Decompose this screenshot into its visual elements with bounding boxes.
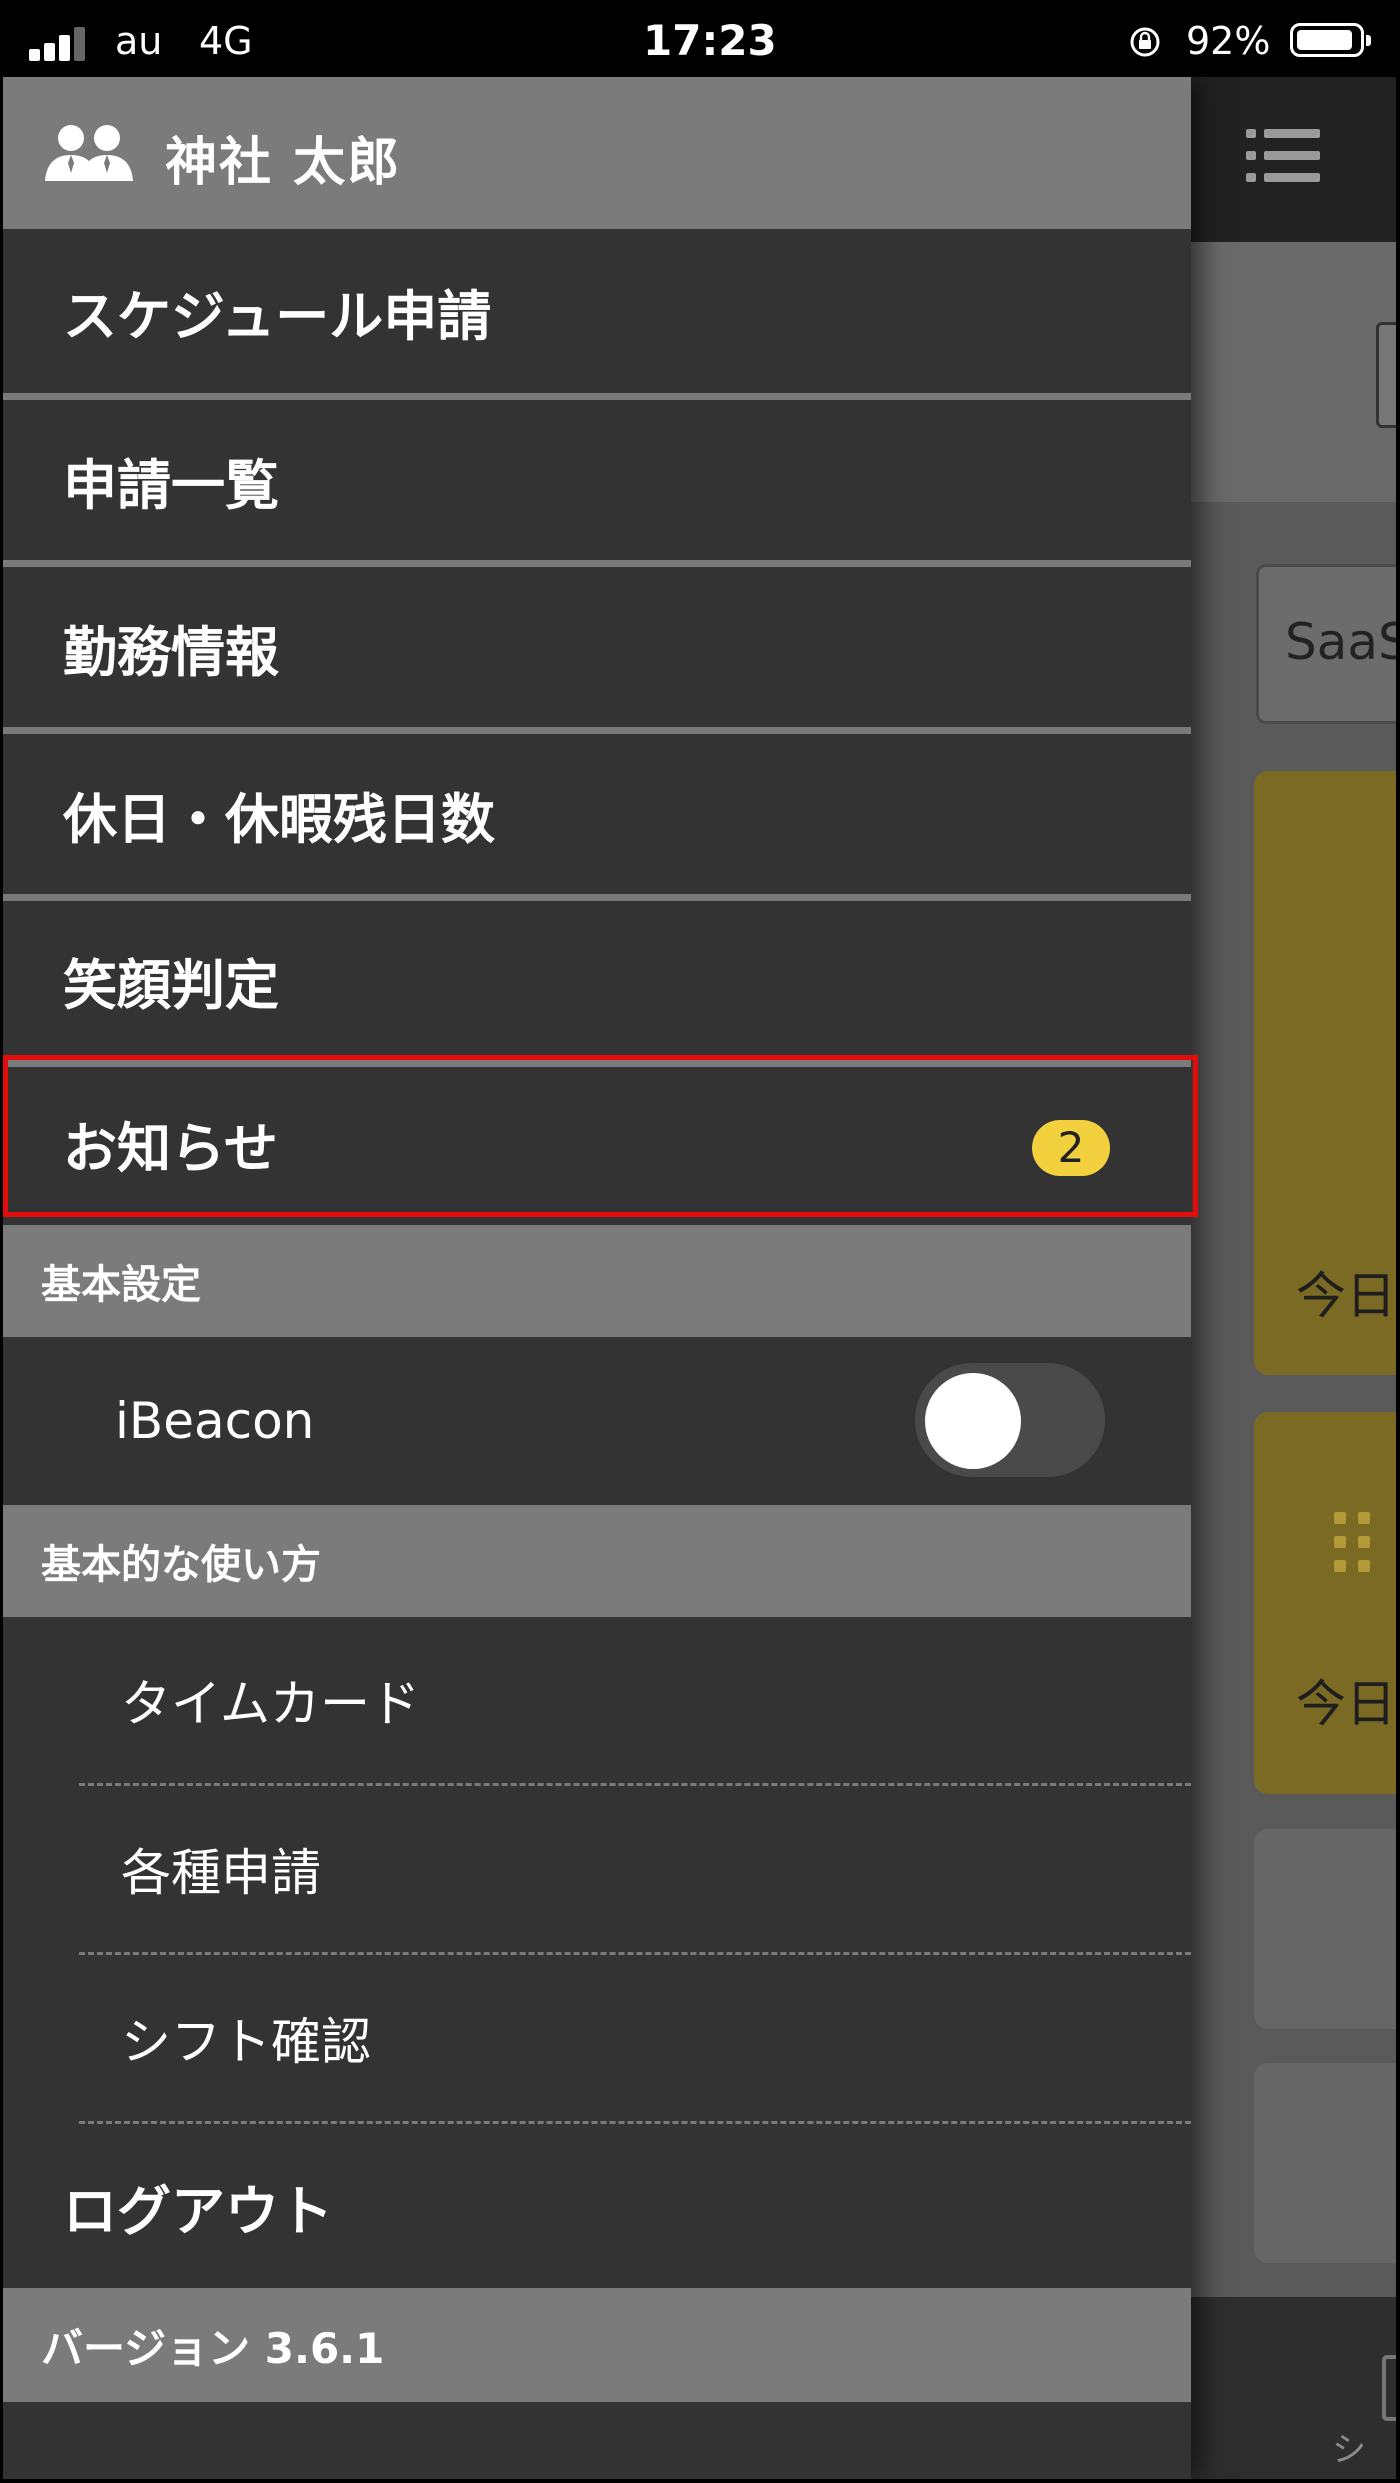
battery-percent: 92%: [1186, 19, 1271, 63]
menu-item-schedule-request[interactable]: スケジュール申請: [3, 229, 1191, 400]
calendar-icon: [1334, 1512, 1394, 1632]
howto-item-timecard[interactable]: タイムカード: [3, 1617, 1191, 1783]
navigation-drawer: 神社 太郎 スケジュール申請 申請一覧 勤務情報 休日・休暇残日数 笑顔判定 お…: [3, 77, 1191, 2479]
background-card-text: 今日: [1296, 1267, 1396, 1325]
background-button[interactable]: [1376, 322, 1396, 428]
menu-item-request-list[interactable]: 申請一覧: [3, 400, 1191, 567]
tab-bar: シフ: [1186, 2297, 1396, 2479]
status-bar: au 4G 17:23 92%: [3, 3, 1396, 77]
list-menu-icon[interactable]: [1246, 129, 1322, 189]
howto-item-shift-check[interactable]: シフト確認: [3, 1955, 1191, 2121]
ibeacon-setting-row: iBeacon: [3, 1337, 1191, 1505]
status-time: 17:23: [643, 16, 777, 65]
shift-tab-icon: [1382, 2355, 1396, 2421]
menu-item-notifications[interactable]: お知らせ 2: [3, 1067, 1191, 1219]
menu-item-label: 勤務情報: [63, 620, 279, 684]
background-card[interactable]: [1254, 2063, 1396, 2263]
background-app: SaaS 今日 今日 シフ: [1186, 77, 1396, 2479]
background-card[interactable]: 今日: [1254, 771, 1396, 1375]
device-frame: au 4G 17:23 92% SaaS 今日 今日 シ 神社 太郎 スケジュー…: [0, 0, 1400, 2483]
version-label: バージョン 3.6.1: [41, 2323, 385, 2373]
user-name: 神社 太郎: [165, 133, 402, 193]
profile-header: 神社 太郎: [3, 77, 1191, 229]
section-header-label: 基本的な使い方: [41, 1542, 321, 1588]
section-header-how-to-use: 基本的な使い方: [3, 1505, 1191, 1617]
background-header: [1186, 77, 1396, 242]
section-header-label: 基本設定: [41, 1262, 201, 1308]
battery-icon: [1290, 23, 1371, 57]
section-header-basic-settings: 基本設定: [3, 1225, 1191, 1337]
network-type: 4G: [199, 19, 253, 63]
rotation-lock-icon: [1130, 27, 1160, 57]
toggle-knob: [925, 1373, 1021, 1469]
menu-item-label: 申請一覧: [63, 453, 279, 517]
tab-shift-label[interactable]: シフ: [1332, 2422, 1396, 2479]
background-card-text: 今日: [1296, 1675, 1396, 1733]
menu-item-work-info[interactable]: 勤務情報: [3, 567, 1191, 734]
background-section: [1186, 242, 1396, 502]
company-input[interactable]: SaaS: [1256, 564, 1396, 724]
menu-item-holiday-balance[interactable]: 休日・休暇残日数: [3, 734, 1191, 901]
ibeacon-toggle[interactable]: [915, 1363, 1105, 1477]
ibeacon-label: iBeacon: [115, 1392, 315, 1450]
carrier-name: au: [115, 19, 163, 63]
background-card[interactable]: 今日: [1254, 1412, 1396, 1794]
menu-item-label: 笑顔判定: [63, 954, 279, 1017]
howto-item-requests[interactable]: 各種申請: [3, 1786, 1191, 1952]
menu-item-label: 休日・休暇残日数: [63, 787, 495, 851]
howto-item-label: タイムカード: [121, 1675, 420, 1733]
version-bar: バージョン 3.6.1: [3, 2288, 1191, 2402]
howto-item-label: シフト確認: [121, 2013, 371, 2071]
phone-screen: au 4G 17:23 92% SaaS 今日 今日 シ 神社 太郎 スケジュー…: [3, 3, 1396, 2479]
howto-item-label: 各種申請: [121, 1844, 321, 1902]
menu-item-label: スケジュール申請: [63, 284, 492, 348]
logout-button[interactable]: ログアウト: [3, 2124, 1191, 2288]
notification-badge: 2: [1032, 1120, 1110, 1176]
background-card[interactable]: [1254, 1829, 1396, 2029]
logout-label: ログアウト: [63, 2179, 333, 2243]
signal-strength-icon: [29, 25, 93, 61]
users-icon: [45, 125, 133, 181]
menu-item-label: お知らせ: [63, 1116, 278, 1180]
menu-item-smile-check[interactable]: 笑顔判定: [3, 901, 1191, 1067]
